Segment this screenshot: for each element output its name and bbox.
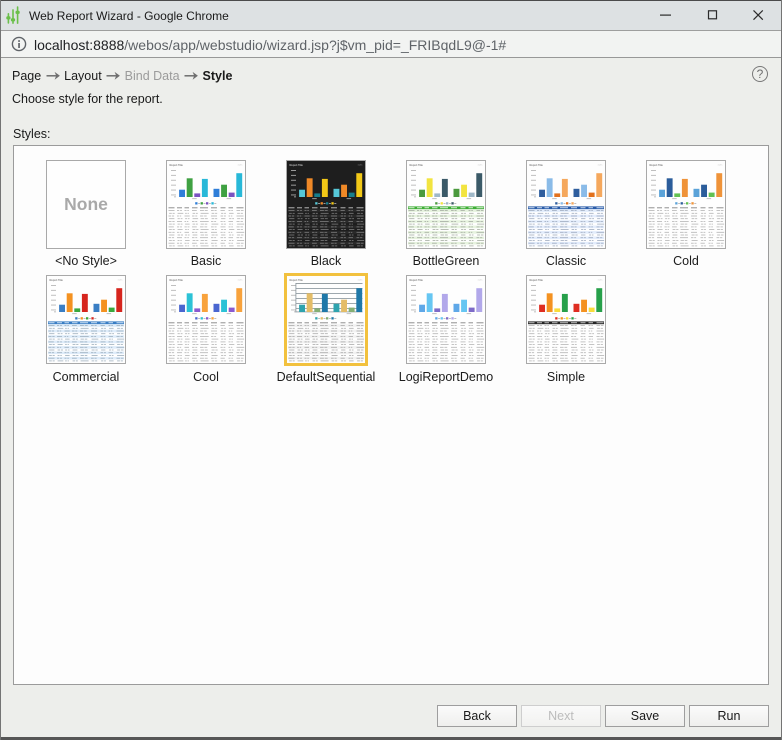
svg-text:1 of 1: 1 of 1 bbox=[357, 280, 363, 282]
svg-text:1 of 1: 1 of 1 bbox=[117, 280, 123, 282]
svg-text:Report Title: Report Title bbox=[290, 163, 304, 167]
svg-text:Report Title: Report Title bbox=[170, 163, 184, 167]
svg-text:1 of 1: 1 of 1 bbox=[597, 280, 603, 282]
svg-text:1 of 1: 1 of 1 bbox=[237, 165, 243, 167]
svg-text:1 of 1: 1 of 1 bbox=[597, 165, 603, 167]
svg-text:Report Title: Report Title bbox=[530, 163, 544, 167]
svg-text:Report Title: Report Title bbox=[290, 278, 304, 282]
svg-text:Report Title: Report Title bbox=[410, 163, 424, 167]
svg-text:1 of 1: 1 of 1 bbox=[477, 165, 483, 167]
svg-text:1 of 1: 1 of 1 bbox=[477, 280, 483, 282]
svg-text:Report Title: Report Title bbox=[50, 278, 64, 282]
svg-text:Report Title: Report Title bbox=[650, 163, 664, 167]
svg-text:Report Title: Report Title bbox=[530, 278, 544, 282]
svg-text:1 of 1: 1 of 1 bbox=[357, 165, 363, 167]
svg-text:Report Title: Report Title bbox=[170, 278, 184, 282]
svg-text:Report Title: Report Title bbox=[410, 278, 424, 282]
svg-text:1 of 1: 1 of 1 bbox=[717, 165, 723, 167]
svg-text:1 of 1: 1 of 1 bbox=[237, 280, 243, 282]
